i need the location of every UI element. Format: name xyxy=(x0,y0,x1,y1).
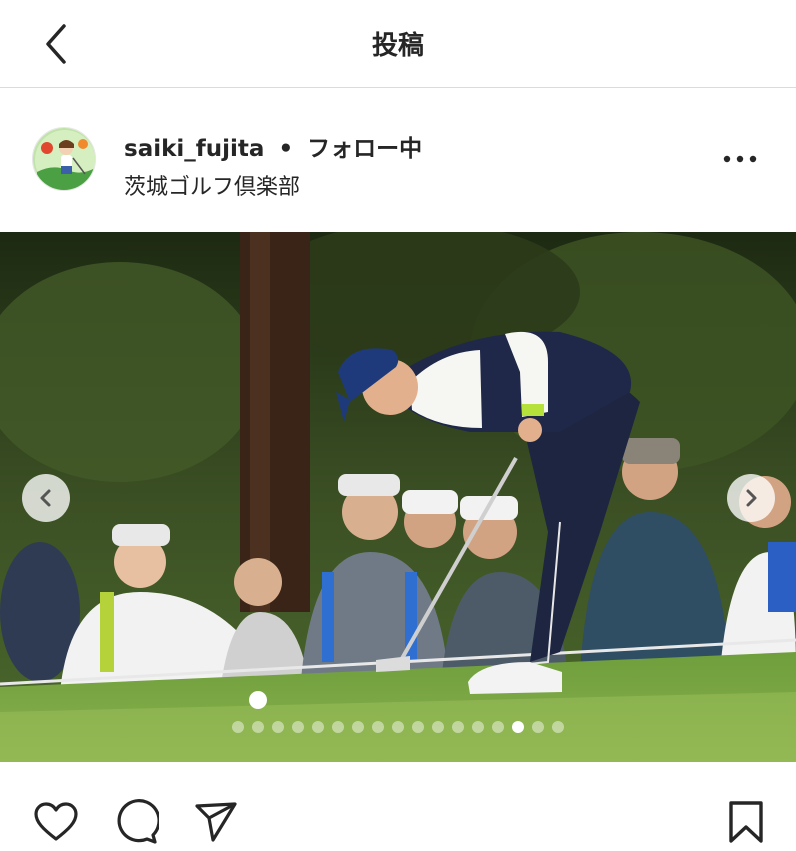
carousel-dot xyxy=(512,721,524,733)
carousel-dot xyxy=(352,721,364,733)
chevron-left-icon xyxy=(40,489,51,507)
post-image[interactable] xyxy=(0,232,796,762)
send-icon xyxy=(195,802,237,842)
page-title: 投稿 xyxy=(371,31,424,61)
back-button[interactable] xyxy=(36,22,76,66)
carousel-dot xyxy=(452,721,464,733)
more-horizontal-icon xyxy=(723,155,757,163)
golf-photo-illustration xyxy=(0,232,796,762)
comment-button[interactable] xyxy=(112,798,160,846)
user-line: saiki_fujita • フォロー中 xyxy=(124,129,422,163)
carousel-dot xyxy=(252,721,264,733)
carousel-dot xyxy=(412,721,424,733)
chevron-right-icon xyxy=(746,489,757,507)
comment-icon xyxy=(117,799,159,844)
carousel-dot xyxy=(492,721,504,733)
bookmark-icon xyxy=(729,801,763,843)
follow-status-button[interactable]: フォロー中 xyxy=(307,136,422,162)
top-bar: 投稿 xyxy=(0,0,796,88)
username-link[interactable]: saiki_fujita xyxy=(124,136,264,162)
carousel-dot xyxy=(432,721,444,733)
carousel-dot xyxy=(372,721,384,733)
action-bar xyxy=(0,790,796,851)
carousel-dot xyxy=(232,721,244,733)
location-link[interactable]: 茨城ゴルフ倶楽部 xyxy=(124,169,300,201)
avatar[interactable] xyxy=(32,127,96,191)
chevron-left-icon xyxy=(46,24,66,64)
carousel-dot xyxy=(472,721,484,733)
carousel-prev-button[interactable] xyxy=(22,474,70,522)
save-button[interactable] xyxy=(722,798,770,846)
carousel-dot xyxy=(532,721,544,733)
heart-icon xyxy=(34,802,78,841)
carousel-next-button[interactable] xyxy=(727,474,775,522)
separator-dot: • xyxy=(278,136,294,162)
carousel-indicator xyxy=(0,719,796,735)
carousel-dot xyxy=(312,721,324,733)
avatar-illustration xyxy=(33,128,95,190)
carousel-dot xyxy=(392,721,404,733)
share-button[interactable] xyxy=(192,798,240,846)
carousel-dot xyxy=(272,721,284,733)
carousel-dot xyxy=(332,721,344,733)
post-header: saiki_fujita • フォロー中 茨城ゴルフ倶楽部 xyxy=(0,89,796,231)
more-options-button[interactable] xyxy=(720,145,760,173)
like-button[interactable] xyxy=(32,798,80,846)
carousel-dot xyxy=(552,721,564,733)
carousel-dot xyxy=(292,721,304,733)
